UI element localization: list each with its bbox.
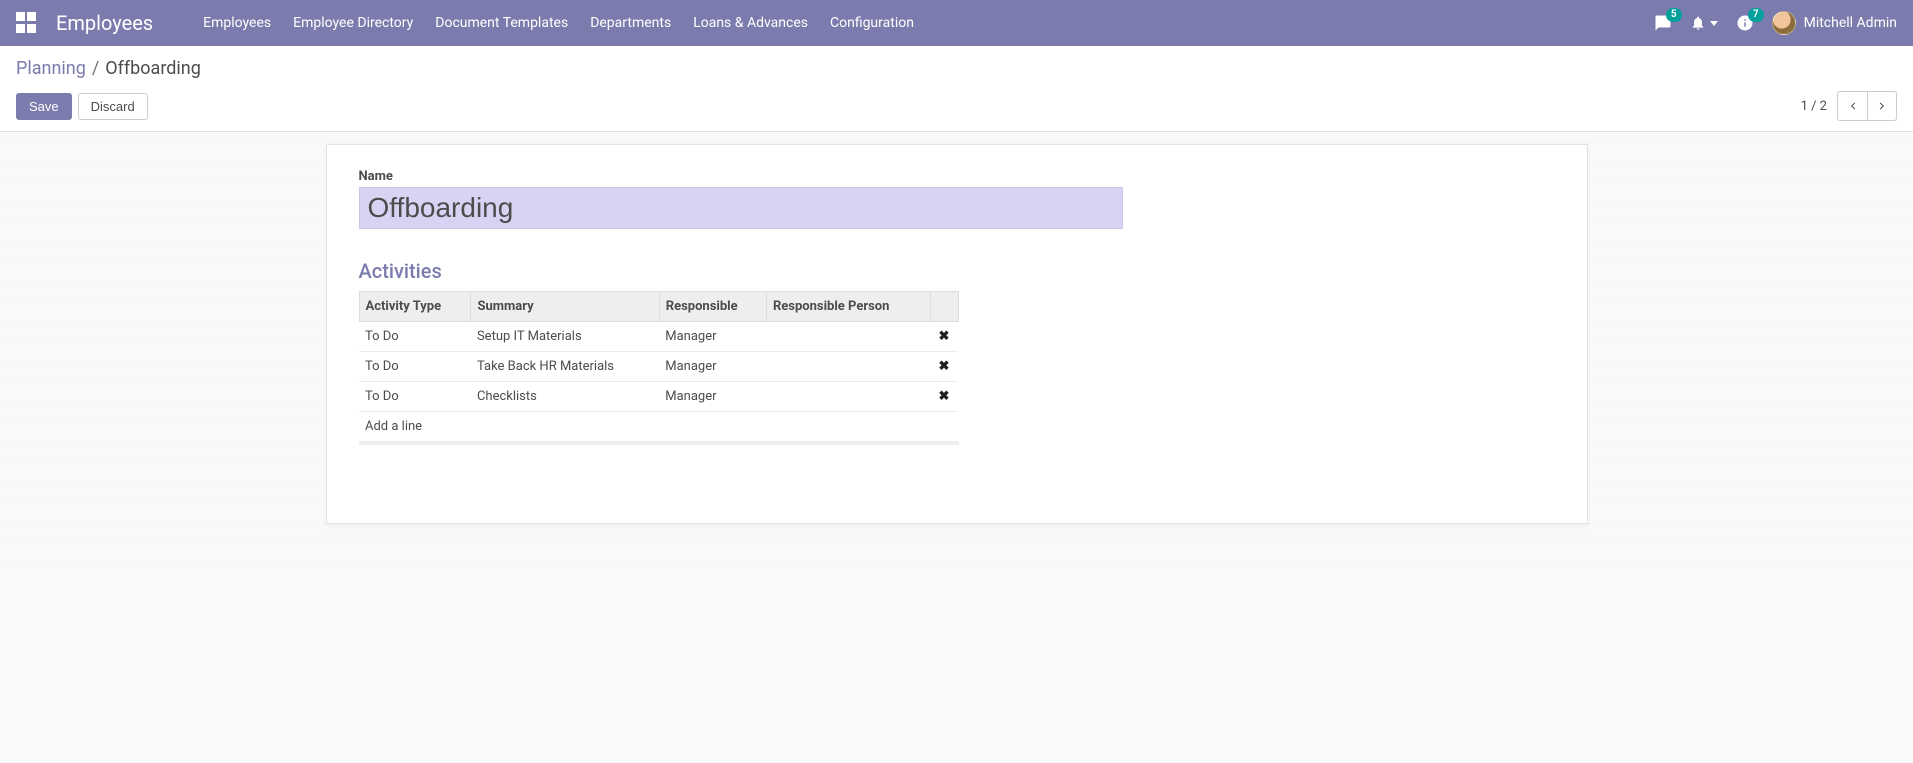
form-sheet: Name Activities Activity Type Summary Re… <box>326 144 1588 524</box>
table-row[interactable]: To DoChecklistsManager ✖ <box>359 382 958 412</box>
name-input[interactable] <box>359 187 1123 229</box>
cell-responsible[interactable]: Manager <box>659 322 766 352</box>
notifications-icon[interactable] <box>1690 15 1718 31</box>
breadcrumb-current: Offboarding <box>105 58 201 79</box>
add-line-link[interactable]: Add a line <box>359 412 958 442</box>
table-row[interactable]: To DoSetup IT MaterialsManager ✖ <box>359 322 958 352</box>
save-button[interactable]: Save <box>16 93 72 120</box>
activities-icon[interactable]: 7 <box>1736 14 1754 32</box>
name-label: Name <box>359 169 1555 184</box>
activities-table: Activity Type Summary Responsible Respon… <box>359 291 959 442</box>
menu-employee-directory[interactable]: Employee Directory <box>293 15 413 31</box>
chevron-left-icon <box>1847 100 1859 112</box>
apps-icon[interactable] <box>16 12 38 34</box>
delete-row-icon[interactable]: ✖ <box>930 382 958 412</box>
top-navbar: Employees Employees Employee Directory D… <box>0 0 1913 46</box>
cell-responsible-person[interactable] <box>766 352 930 382</box>
breadcrumb: Planning / Offboarding <box>16 58 1897 79</box>
messages-badge: 5 <box>1666 8 1682 22</box>
table-row[interactable]: To DoTake Back HR MaterialsManager ✖ <box>359 352 958 382</box>
col-responsible-person[interactable]: Responsible Person <box>766 292 930 322</box>
app-brand[interactable]: Employees <box>56 11 153 35</box>
menu-employees[interactable]: Employees <box>203 15 271 31</box>
main-menu: Employees Employee Directory Document Te… <box>203 15 914 31</box>
avatar <box>1772 11 1796 35</box>
menu-departments[interactable]: Departments <box>590 15 671 31</box>
pager-value[interactable]: 1 / 2 <box>1801 99 1827 114</box>
cell-summary[interactable]: Take Back HR Materials <box>471 352 659 382</box>
breadcrumb-separator: / <box>92 58 99 79</box>
cell-responsible[interactable]: Manager <box>659 352 766 382</box>
user-menu[interactable]: Mitchell Admin <box>1772 11 1897 35</box>
pager-next-button[interactable] <box>1867 91 1897 121</box>
delete-row-icon[interactable]: ✖ <box>930 352 958 382</box>
delete-row-icon[interactable]: ✖ <box>930 322 958 352</box>
cell-summary[interactable]: Checklists <box>471 382 659 412</box>
discard-button[interactable]: Discard <box>78 93 148 120</box>
cell-responsible-person[interactable] <box>766 322 930 352</box>
messages-icon[interactable]: 5 <box>1654 14 1672 32</box>
col-summary[interactable]: Summary <box>471 292 659 322</box>
content-area: Name Activities Activity Type Summary Re… <box>0 132 1913 564</box>
cell-responsible[interactable]: Manager <box>659 382 766 412</box>
col-responsible[interactable]: Responsible <box>659 292 766 322</box>
control-panel: Planning / Offboarding Save Discard 1 / … <box>0 46 1913 132</box>
activities-section-title: Activities <box>359 259 1555 283</box>
menu-document-templates[interactable]: Document Templates <box>435 15 568 31</box>
pager-prev-button[interactable] <box>1837 91 1867 121</box>
col-activity-type[interactable]: Activity Type <box>359 292 471 322</box>
cell-activity-type[interactable]: To Do <box>359 322 471 352</box>
menu-configuration[interactable]: Configuration <box>830 15 914 31</box>
col-trash <box>930 292 958 322</box>
cell-activity-type[interactable]: To Do <box>359 352 471 382</box>
chevron-right-icon <box>1876 100 1888 112</box>
menu-loans-advances[interactable]: Loans & Advances <box>693 15 808 31</box>
activities-badge: 7 <box>1748 8 1764 22</box>
breadcrumb-parent[interactable]: Planning <box>16 58 86 79</box>
user-name: Mitchell Admin <box>1804 15 1897 31</box>
cell-activity-type[interactable]: To Do <box>359 382 471 412</box>
cell-summary[interactable]: Setup IT Materials <box>471 322 659 352</box>
cell-responsible-person[interactable] <box>766 382 930 412</box>
